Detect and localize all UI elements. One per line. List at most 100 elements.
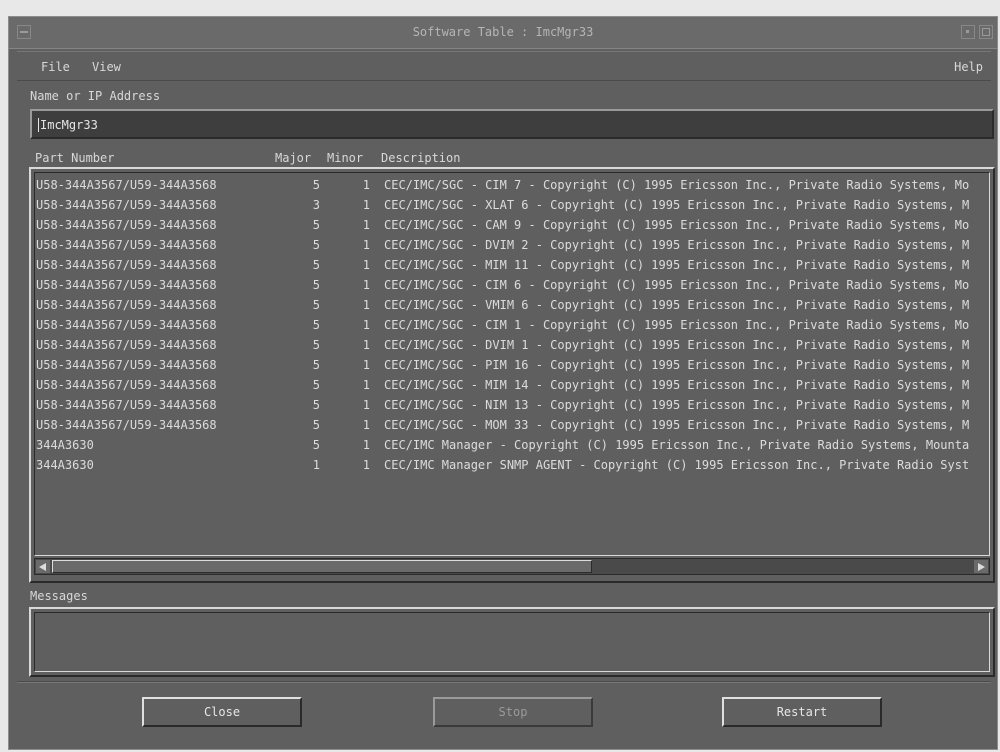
text-caret [38,118,39,132]
row-part-number: 344A3630 [36,438,94,452]
row-description: CEC/IMC/SGC - PIM 16 - Copyright (C) 199… [384,358,970,372]
table-row[interactable]: U58-344A3567/U59-344A3568 5 1 CEC/IMC/SGC -… [35,235,989,255]
name-field-label: Name or IP Address [30,89,161,103]
table-row[interactable]: 344A3630 5 1 CEC/IMC Manager - Copyright (C… [35,435,989,455]
row-description: CEC/IMC/SGC - XLAT 6 - Copyright (C) 199… [384,198,970,212]
scroll-left-arrow-icon[interactable] [36,560,50,573]
messages-label: Messages [30,589,88,603]
row-major: 5 [312,318,320,332]
row-major: 5 [312,438,320,452]
row-major: 5 [312,398,320,412]
table-row[interactable]: U58-344A3567/U59-344A3568 5 1 CEC/IMC/SGC -… [35,375,989,395]
row-description: CEC/IMC/SGC - CIM 7 - Copyright (C) 1995… [384,178,970,192]
row-major: 5 [312,258,320,272]
scrollbar-thumb[interactable] [52,560,592,573]
row-part-number: U58-344A3567/U59-344A3568 [36,358,217,372]
messages-box[interactable] [29,607,995,677]
row-minor: 1 [362,378,370,392]
row-description: CEC/IMC/SGC - CIM 6 - Copyright (C) 1995… [384,278,970,292]
row-part-number: U58-344A3567/U59-344A3568 [36,218,217,232]
row-major: 3 [312,198,320,212]
table-row[interactable]: U58-344A3567/U59-344A3568 5 1 CEC/IMC/SGC -… [35,295,989,315]
row-major: 5 [312,278,320,292]
menu-help[interactable]: Help [954,60,983,74]
table-row[interactable]: U58-344A3567/U59-344A3568 3 1 CEC/IMC/SGC -… [35,195,989,215]
column-header-description[interactable]: Description [381,151,460,165]
row-part-number: U58-344A3567/U59-344A3568 [36,278,217,292]
horizontal-scrollbar[interactable] [34,558,990,575]
row-minor: 1 [362,298,370,312]
row-part-number: U58-344A3567/U59-344A3568 [36,398,217,412]
column-header-minor[interactable]: Minor [327,151,363,165]
row-minor: 1 [362,358,370,372]
row-description: CEC/IMC/SGC - DVIM 1 - Copyright (C) 199… [384,338,970,352]
row-part-number: U58-344A3567/U59-344A3568 [36,178,217,192]
menu-view[interactable]: View [92,60,121,74]
column-header-part-number[interactable]: Part Number [35,151,114,165]
table-row[interactable]: U58-344A3567/U59-344A3568 5 1 CEC/IMC/SGC -… [35,355,989,375]
row-minor: 1 [362,238,370,252]
maximize-icon[interactable] [979,25,993,39]
row-part-number: U58-344A3567/U59-344A3568 [36,338,217,352]
row-major: 5 [312,418,320,432]
menu-bar: File View Help [17,51,991,81]
name-input-value: ImcMgr33 [40,118,98,132]
table-row[interactable]: U58-344A3567/U59-344A3568 5 1 CEC/IMC/SGC -… [35,175,989,195]
row-description: CEC/IMC/SGC - NIM 13 - Copyright (C) 199… [384,398,970,412]
row-minor: 1 [362,198,370,212]
restart-button[interactable]: Restart [722,697,882,727]
row-part-number: U58-344A3567/U59-344A3568 [36,238,217,252]
table-row[interactable]: 344A3630 1 1 CEC/IMC Manager SNMP AGENT - C… [35,455,989,475]
window-title: Software Table : ImcMgr33 [412,25,594,39]
scroll-right-arrow-icon[interactable] [974,560,988,573]
table-row[interactable]: U58-344A3567/U59-344A3568 5 1 CEC/IMC/SGC -… [35,275,989,295]
row-major: 5 [312,338,320,352]
row-minor: 1 [362,438,370,452]
menu-file[interactable]: File [41,60,70,74]
software-table-list[interactable]: U58-344A3567/U59-344A3568 5 1 CEC/IMC/SGC -… [34,172,990,556]
row-description: CEC/IMC Manager SNMP AGENT - Copyright (… [384,458,970,472]
row-major: 1 [312,458,320,472]
row-part-number: U58-344A3567/U59-344A3568 [36,318,217,332]
row-description: CEC/IMC Manager - Copyright (C) 1995 Eri… [384,438,970,452]
divider [17,681,991,683]
row-minor: 1 [362,178,370,192]
row-minor: 1 [362,258,370,272]
table-row[interactable]: U58-344A3567/U59-344A3568 5 1 CEC/IMC/SGC -… [35,335,989,355]
row-major: 5 [312,298,320,312]
table-row[interactable]: U58-344A3567/U59-344A3568 5 1 CEC/IMC/SGC -… [35,315,989,335]
row-part-number: U58-344A3567/U59-344A3568 [36,298,217,312]
title-bar[interactable]: Software Table : ImcMgr33 [9,17,997,49]
messages-text [34,612,990,672]
row-minor: 1 [362,398,370,412]
row-description: CEC/IMC/SGC - CAM 9 - Copyright (C) 1995… [384,218,970,232]
table-row[interactable]: U58-344A3567/U59-344A3568 5 1 CEC/IMC/SGC -… [35,255,989,275]
table-row[interactable]: U58-344A3567/U59-344A3568 5 1 CEC/IMC/SGC -… [35,415,989,435]
row-major: 5 [312,218,320,232]
row-description: CEC/IMC/SGC - MIM 11 - Copyright (C) 199… [384,258,970,272]
row-major: 5 [312,358,320,372]
row-minor: 1 [362,318,370,332]
row-part-number: U58-344A3567/U59-344A3568 [36,418,217,432]
row-part-number: U58-344A3567/U59-344A3568 [36,258,217,272]
row-description: CEC/IMC/SGC - MIM 14 - Copyright (C) 199… [384,378,970,392]
row-description: CEC/IMC/SGC - VMIM 6 - Copyright (C) 199… [384,298,970,312]
software-table-window: Software Table : ImcMgr33 File View Help… [8,16,998,750]
column-header-major[interactable]: Major [275,151,311,165]
minimize-icon[interactable] [961,25,975,39]
row-description: CEC/IMC/SGC - DVIM 2 - Copyright (C) 199… [384,238,970,252]
row-minor: 1 [362,338,370,352]
row-major: 5 [312,238,320,252]
row-minor: 1 [362,418,370,432]
row-major: 5 [312,378,320,392]
row-part-number: U58-344A3567/U59-344A3568 [36,198,217,212]
row-minor: 1 [362,218,370,232]
row-minor: 1 [362,458,370,472]
name-or-ip-input[interactable]: ImcMgr33 [30,109,994,139]
stop-button[interactable]: Stop [433,697,593,727]
table-row[interactable]: U58-344A3567/U59-344A3568 5 1 CEC/IMC/SGC -… [35,215,989,235]
table-row[interactable]: U58-344A3567/U59-344A3568 5 1 CEC/IMC/SGC -… [35,395,989,415]
close-button[interactable]: Close [142,697,302,727]
row-description: CEC/IMC/SGC - CIM 1 - Copyright (C) 1995… [384,318,970,332]
row-major: 5 [312,178,320,192]
